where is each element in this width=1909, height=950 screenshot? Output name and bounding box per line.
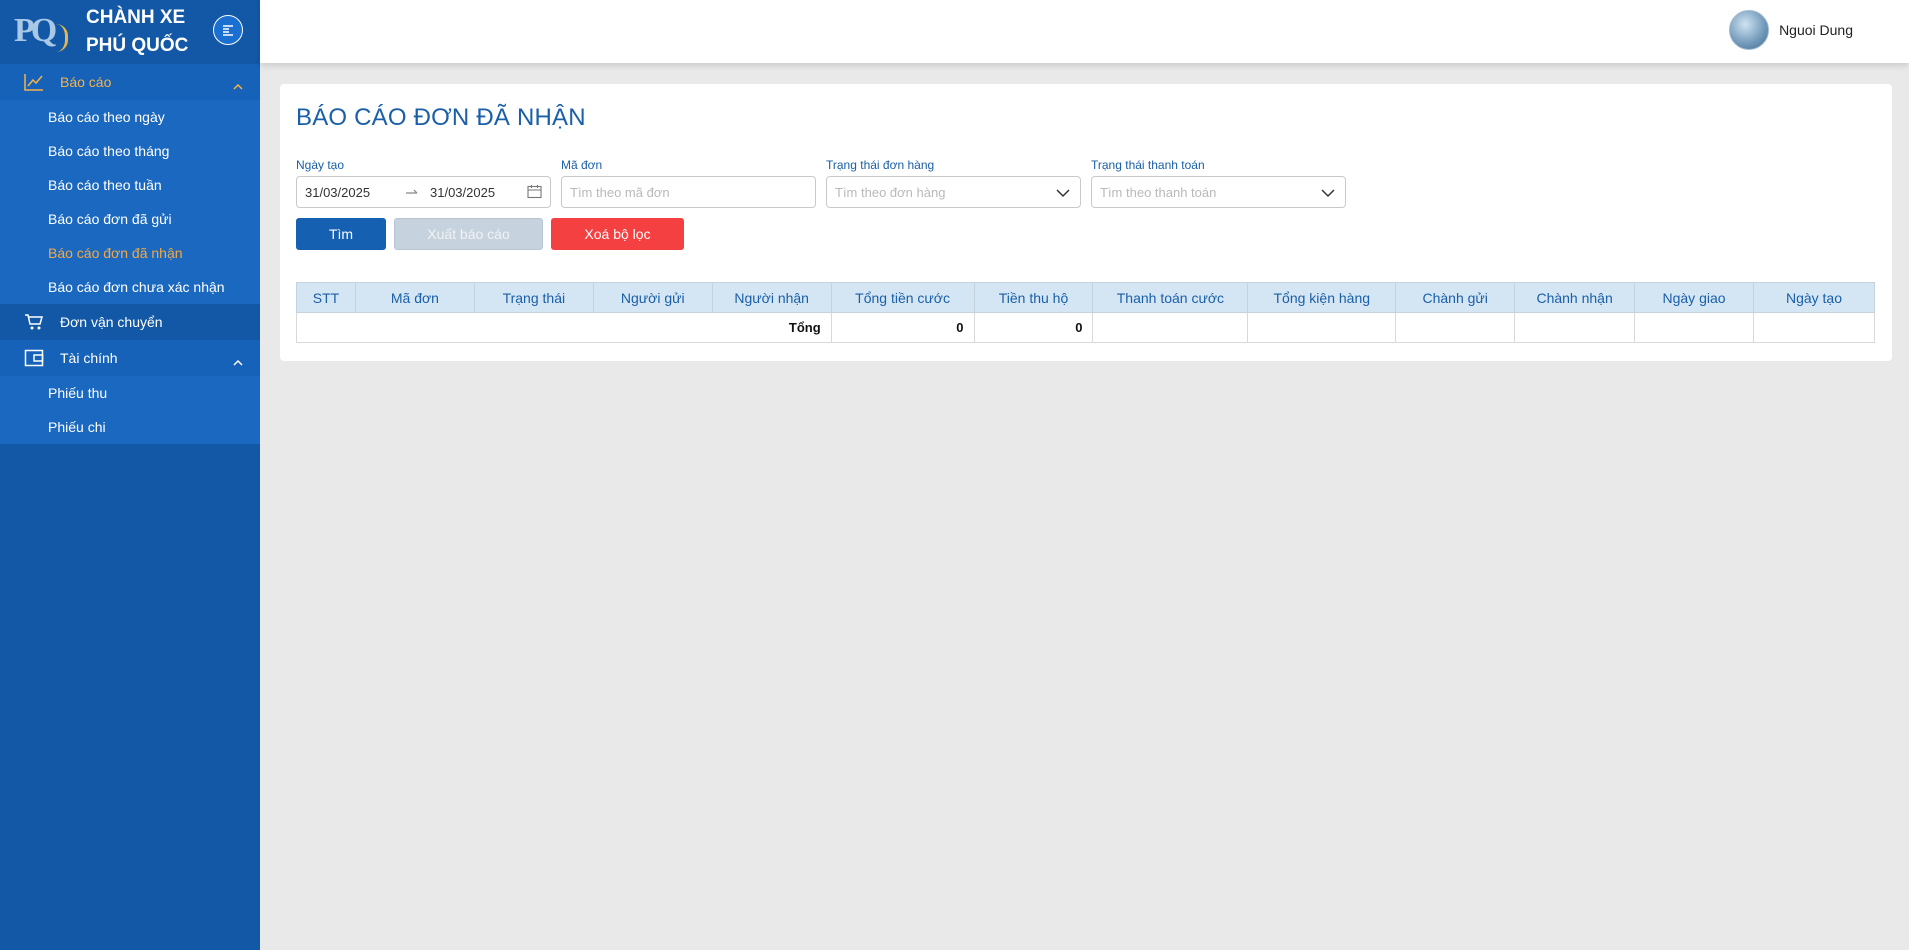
column-header[interactable]: Tổng tiền cước [830,282,975,313]
cart-icon [24,312,44,332]
date-range-picker[interactable]: 31/03/2025 31/03/2025 [296,176,551,208]
table-cell [1752,312,1876,343]
brand-logo[interactable]: PQ [14,8,70,56]
chevron-down-icon [1321,186,1335,201]
total-label: Tổng [296,312,832,343]
logo-mark [54,24,68,52]
nav-item-don-chua-xac-nhan[interactable]: Báo cáo đơn chưa xác nhận [0,270,260,304]
line-chart-icon [24,72,44,92]
table-cell [1092,312,1249,343]
table-header-row: STT Mã đơn Trạng thái Người gửi Người nh… [296,282,1876,313]
order-status-label: Trạng thái đơn hàng [826,158,935,172]
payment-status-select[interactable]: Tìm theo thanh toán [1091,176,1346,208]
code-input[interactable]: Tìm theo mã đơn [561,176,816,208]
wallet-icon [24,348,44,368]
code-label: Mã đơn [561,158,603,172]
date-from-input[interactable]: 31/03/2025 [305,185,370,200]
menu-toggle-button[interactable] [213,15,243,45]
top-bar: Nguoi Dung [260,0,1909,63]
table-cell [1395,312,1516,343]
column-header[interactable]: Trạng thái [473,282,594,313]
chevron-up-icon [233,77,243,93]
order-status-select[interactable]: Tìm theo đơn hàng [826,176,1081,208]
sidebar: PQ CHÀNH XE PHÚ QUỐC Báo cáo Báo cáo the… [0,0,260,950]
nav-group-label: Báo cáo [60,74,112,90]
nav-item-phieu-thu[interactable]: Phiếu thu [0,376,260,410]
nav-sublist-tai-chinh: Phiếu thu Phiếu chi [0,376,260,444]
column-header[interactable]: STT [296,282,356,313]
nav-group-label: Tài chính [60,350,118,366]
clear-filter-button[interactable]: Xoá bộ lọc [551,218,684,250]
brand-line-1: CHÀNH XE [86,7,186,28]
column-header[interactable]: Người gửi [592,282,713,313]
table-cell [1247,312,1397,343]
avatar[interactable] [1729,10,1770,50]
column-header[interactable]: Chành nhận [1514,282,1636,313]
column-header[interactable]: Ngày tạo [1752,282,1876,313]
nav-item-phieu-chi[interactable]: Phiếu chi [0,410,260,444]
brand: PQ CHÀNH XE PHÚ QUỐC [0,0,260,64]
payment-status-label: Trạng thái thanh toán [1091,158,1205,172]
nav-item-don-da-nhan[interactable]: Báo cáo đơn đã nhận [0,236,260,270]
user-menu[interactable]: Nguoi Dung [1729,10,1853,50]
column-header[interactable]: Tiền thu hộ [973,282,1094,313]
find-button[interactable]: Tìm [296,218,386,250]
chevron-up-icon [233,353,243,369]
nav-group-bao-cao[interactable]: Báo cáo [0,64,260,100]
code-placeholder: Tìm theo mã đơn [570,184,670,200]
arrow-right-icon [405,185,419,200]
report-card: BÁO CÁO ĐƠN ĐÃ NHẬN Ngày tạo 31/03/2025 … [280,84,1892,361]
total-cod: 0 [973,312,1094,343]
nav-item-bao-cao-tuan[interactable]: Báo cáo theo tuần [0,168,260,202]
nav-group-label: Đơn vận chuyển [60,314,163,330]
column-header[interactable]: Chành gửi [1395,282,1516,313]
table-cell [1634,312,1754,343]
column-header[interactable]: Mã đơn [354,282,475,313]
chevron-down-icon [1056,186,1070,201]
nav-group-tai-chinh[interactable]: Tài chính [0,340,260,376]
brand-line-2: PHÚ QUỐC [86,35,189,56]
nav-item-bao-cao-thang[interactable]: Báo cáo theo tháng [0,134,260,168]
calendar-icon[interactable] [527,184,542,202]
export-report-button[interactable]: Xuất báo cáo [394,218,543,250]
total-fee: 0 [830,312,975,343]
order-status-placeholder: Tìm theo đơn hàng [835,184,946,200]
date-label: Ngày tạo [296,158,345,172]
brand-name: CHÀNH XE PHÚ QUỐC [86,4,188,60]
report-table: STT Mã đơn Trạng thái Người gửi Người nh… [296,282,1876,343]
payment-status-placeholder: Tìm theo thanh toán [1100,184,1217,200]
column-header[interactable]: Tổng kiện hàng [1247,282,1397,313]
table-total-row: Tổng 0 0 [296,312,1876,343]
column-header[interactable]: Thanh toán cước [1092,282,1249,313]
column-header[interactable]: Người nhận [711,282,832,313]
menu-fold-icon [223,25,233,36]
nav-item-don-da-gui[interactable]: Báo cáo đơn đã gửi [0,202,260,236]
page-title: BÁO CÁO ĐƠN ĐÃ NHẬN [296,104,586,131]
table-cell [1514,312,1636,343]
nav-item-bao-cao-ngay[interactable]: Báo cáo theo ngày [0,100,260,134]
nav-sublist-bao-cao: Báo cáo theo ngày Báo cáo theo tháng Báo… [0,100,260,304]
user-name[interactable]: Nguoi Dung [1779,22,1853,38]
column-header[interactable]: Ngày giao [1634,282,1754,313]
nav-group-don-van-chuyen[interactable]: Đơn vận chuyển [0,304,260,340]
logo-text: PQ [14,12,57,49]
date-to-input[interactable]: 31/03/2025 [430,185,495,200]
